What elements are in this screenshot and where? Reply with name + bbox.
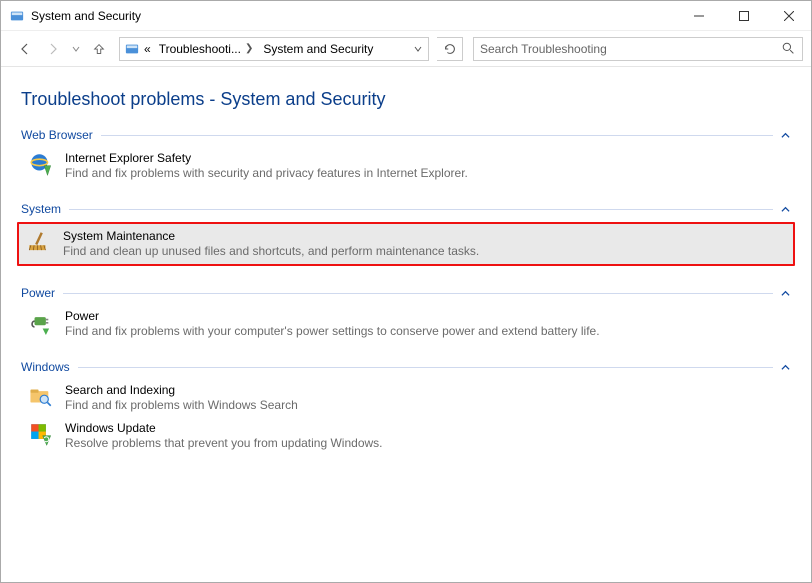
refresh-button[interactable] — [437, 37, 463, 61]
section-items: System MaintenanceFind and clean up unus… — [21, 216, 791, 280]
control-panel-icon — [9, 8, 25, 24]
maximize-button[interactable] — [721, 1, 766, 30]
section-label: System — [21, 202, 61, 216]
window-controls — [676, 1, 811, 30]
toolbar: « Troubleshooti... ❯ System and Security — [1, 31, 811, 67]
chevron-right-icon: ❯ — [245, 43, 253, 54]
item-title: Internet Explorer Safety — [65, 151, 468, 165]
section-divider — [63, 293, 773, 294]
section-divider — [101, 135, 773, 136]
item-text: System MaintenanceFind and clean up unus… — [63, 228, 479, 258]
item-description: Find and fix problems with security and … — [65, 166, 468, 180]
up-button[interactable] — [87, 37, 111, 61]
item-text: Search and IndexingFind and fix problems… — [65, 382, 298, 412]
section-label: Web Browser — [21, 128, 93, 142]
section-items: Search and IndexingFind and fix problems… — [21, 374, 791, 466]
back-button[interactable] — [13, 37, 37, 61]
item-title: Search and Indexing — [65, 383, 298, 397]
section-header[interactable]: Windows — [21, 360, 791, 374]
troubleshooter-item[interactable]: Windows UpdateResolve problems that prev… — [21, 416, 791, 454]
troubleshooter-item[interactable]: System MaintenanceFind and clean up unus… — [17, 222, 795, 266]
history-dropdown[interactable] — [69, 37, 83, 61]
section-label: Power — [21, 286, 55, 300]
breadcrumb-prefix[interactable]: « — [140, 38, 155, 60]
content-area: Troubleshoot problems - System and Secur… — [1, 67, 811, 582]
item-title: Power — [65, 309, 600, 323]
minimize-button[interactable] — [676, 1, 721, 30]
broom-icon — [25, 228, 53, 256]
section-divider — [78, 367, 773, 368]
section-header[interactable]: Web Browser — [21, 128, 791, 142]
breadcrumb-label: System and Security — [263, 42, 373, 56]
chevron-up-icon[interactable] — [779, 203, 791, 215]
troubleshooter-item[interactable]: Internet Explorer SafetyFind and fix pro… — [21, 146, 791, 184]
item-description: Find and fix problems with Windows Searc… — [65, 398, 298, 412]
item-title: Windows Update — [65, 421, 383, 435]
search-icon[interactable] — [780, 41, 796, 57]
item-description: Find and clean up unused files and short… — [63, 244, 479, 258]
item-text: Windows UpdateResolve problems that prev… — [65, 420, 383, 450]
section-divider — [69, 209, 773, 210]
section-items: PowerFind and fix problems with your com… — [21, 300, 791, 354]
item-text: Internet Explorer SafetyFind and fix pro… — [65, 150, 468, 180]
forward-button[interactable] — [41, 37, 65, 61]
item-description: Resolve problems that prevent you from u… — [65, 436, 383, 450]
breadcrumb-label: Troubleshooti... — [159, 42, 241, 56]
breadcrumb-system-security[interactable]: System and Security — [259, 38, 377, 60]
page-title: Troubleshoot problems - System and Secur… — [21, 89, 791, 110]
item-description: Find and fix problems with your computer… — [65, 324, 600, 338]
search-folder-icon — [27, 382, 55, 410]
section-header[interactable]: System — [21, 202, 791, 216]
address-dropdown[interactable] — [410, 38, 426, 60]
power-plug-icon — [27, 308, 55, 336]
update-shield-icon — [27, 420, 55, 448]
item-title: System Maintenance — [63, 229, 479, 243]
item-text: PowerFind and fix problems with your com… — [65, 308, 600, 338]
troubleshooter-item[interactable]: Search and IndexingFind and fix problems… — [21, 378, 791, 416]
address-bar[interactable]: « Troubleshooti... ❯ System and Security — [119, 37, 429, 61]
search-input[interactable] — [480, 42, 780, 56]
chevron-up-icon[interactable] — [779, 287, 791, 299]
section-items: Internet Explorer SafetyFind and fix pro… — [21, 142, 791, 196]
close-button[interactable] — [766, 1, 811, 30]
breadcrumb-troubleshooting[interactable]: Troubleshooti... ❯ — [155, 38, 260, 60]
section-label: Windows — [21, 360, 70, 374]
search-box[interactable] — [473, 37, 803, 61]
troubleshooter-item[interactable]: PowerFind and fix problems with your com… — [21, 304, 791, 342]
window-title: System and Security — [31, 9, 676, 23]
section-header[interactable]: Power — [21, 286, 791, 300]
location-icon — [124, 41, 140, 57]
chevron-up-icon[interactable] — [779, 361, 791, 373]
titlebar: System and Security — [1, 1, 811, 31]
chevron-up-icon[interactable] — [779, 129, 791, 141]
ie-shield-icon — [27, 150, 55, 178]
